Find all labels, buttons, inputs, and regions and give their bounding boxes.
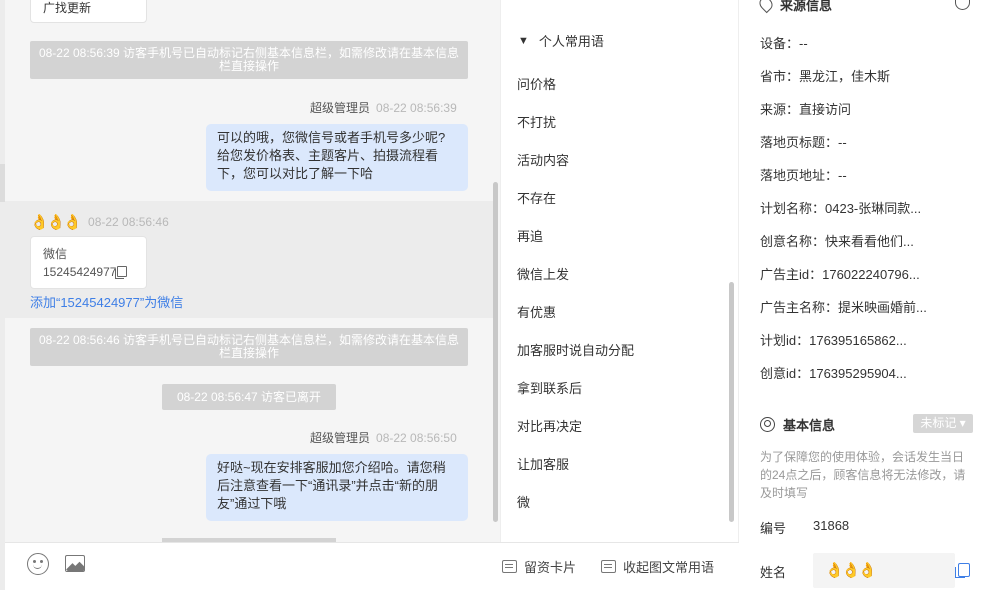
sender-name: 超级管理员: [310, 431, 371, 445]
phrase-item[interactable]: 对比再决定: [517, 416, 582, 435]
message-time: 08-22 08:56:46: [88, 215, 169, 229]
phrase-item[interactable]: 加客服时说自动分配: [517, 340, 634, 359]
user-icon: [760, 417, 775, 432]
caret-down-icon: ▼: [518, 34, 529, 47]
phrase-item[interactable]: 再追: [517, 226, 543, 245]
id-label: 编号: [760, 521, 787, 536]
phrase-item[interactable]: 拿到联系后: [517, 378, 582, 397]
phrase-item[interactable]: 不打扰: [517, 112, 556, 131]
source-row-creative-name: 创意名称：快来看看他们...: [760, 234, 914, 249]
source-row-creative-id: 创意id：176395295904...: [760, 366, 907, 381]
source-row-region: 省市：黑龙江，佳木斯: [760, 69, 891, 84]
agent-message-bubble: 可以的哦，您微信号或者手机号多少呢?给您发价格表、主题客片、拍摄流程看下，您可以…: [206, 124, 468, 191]
collapse-phrases-button[interactable]: 收起图文常用语: [601, 557, 714, 576]
wechat-card[interactable]: 微信 15245424977: [30, 236, 147, 289]
add-wechat-link[interactable]: 添加“15245424977”为微信: [30, 292, 183, 311]
wechat-card-title: 微信: [43, 247, 68, 261]
phrases-group-title: 个人常用语: [538, 34, 604, 49]
phrase-item[interactable]: 问价格: [517, 74, 556, 93]
sender-name: 超级管理员: [310, 101, 371, 115]
system-notice-visitor-left: 08-22 08:56:47 访客已离开: [162, 384, 336, 410]
name-value: 👌👌👌: [825, 562, 877, 579]
source-row-plan-id: 计划id：176395165862...: [760, 333, 907, 348]
mark-status-dropdown[interactable]: 未标记 ▾: [913, 414, 973, 433]
card-icon: [601, 560, 616, 573]
previous-message-bubble: 广找更新: [30, 0, 147, 23]
wechat-card-number-row: 15245424977: [43, 263, 134, 281]
card-icon: [502, 560, 517, 573]
message-time: 08-22 08:56:50: [376, 431, 457, 445]
phrase-item[interactable]: 让加客服: [517, 454, 569, 473]
source-row-plan-name: 计划名称：0423-张琳同款...: [760, 201, 922, 216]
source-row-advertiser-name: 广告主名称：提米映画婚前...: [760, 300, 927, 315]
message-time: 08-22 08:56:39: [376, 101, 457, 115]
common-phrases-panel: ▼ 个人常用语 问价格 不打扰 活动内容 不存在 再追 微信上发 有优惠 加客服…: [500, 0, 739, 590]
phrases-scrollbar[interactable]: [729, 282, 734, 522]
phrase-item[interactable]: 不存在: [517, 188, 556, 207]
input-toolbar: 留资卡片 收起图文常用语: [5, 542, 739, 590]
system-notice-phone-marked: 08-22 08:56:46 访客手机号已自动标记右侧基本信息栏，如需修改请在基…: [30, 328, 468, 366]
visitor-emoji: 👌👌👌: [30, 214, 82, 231]
image-icon[interactable]: [65, 555, 85, 572]
emoji-icon[interactable]: [27, 553, 49, 575]
collapse-phrases-label: 收起图文常用语: [623, 560, 715, 575]
source-row-advertiser-id: 广告主id：176022240796...: [760, 267, 920, 282]
source-info-header: 来源信息: [756, 0, 833, 14]
phrases-group-header[interactable]: ▼ 个人常用语: [518, 31, 604, 50]
message-meta: 超级管理员 08-22 08:56:39: [310, 99, 457, 116]
name-label: 姓名: [760, 565, 787, 580]
location-pin-icon: [756, 0, 776, 13]
leave-card-button[interactable]: 留资卡片: [502, 557, 576, 576]
copy-icon[interactable]: [115, 266, 128, 279]
leave-card-label: 留资卡片: [524, 560, 577, 575]
visitor-message-meta: 👌👌👌 08-22 08:56:46: [30, 213, 169, 231]
source-row-origin: 来源：直接访问: [760, 102, 852, 117]
edit-deadline-hint: 为了保障您的使用体验，会话发生当日的24点之后，顾客信息将无法修改，请及时填写: [760, 450, 966, 500]
phrase-item[interactable]: 活动内容: [517, 150, 569, 169]
phrase-item[interactable]: 有优惠: [517, 302, 556, 321]
id-value: 31868: [813, 518, 850, 533]
chat-scrollbar[interactable]: [493, 182, 498, 522]
phrase-item[interactable]: 微: [517, 492, 530, 511]
source-row-device: 设备：--: [760, 36, 808, 51]
system-notice-phone-marked: 08-22 08:56:39 访客手机号已自动标记右侧基本信息栏，如需修改请在基…: [30, 41, 468, 79]
chat-panel: 广找更新 08-22 08:56:39 访客手机号已自动标记右侧基本信息栏，如需…: [0, 0, 500, 590]
basic-info-title: 基本信息: [783, 418, 836, 433]
copy-icon[interactable]: [955, 563, 970, 578]
wechat-number: 15245424977: [43, 265, 117, 279]
phrase-item[interactable]: 微信上发: [517, 264, 569, 283]
message-meta: 超级管理员 08-22 08:56:50: [310, 429, 457, 446]
agent-message-bubble: 好哒~现在安排客服加您介绍哈。请您稍后注意查看一下“通讯录”并点击“新的朋友”通…: [206, 454, 468, 521]
shield-icon[interactable]: [955, 0, 970, 10]
customer-info-panel: 来源信息 设备：-- 省市：黑龙江，佳木斯 来源：直接访问 落地页标题：-- 落…: [740, 0, 987, 590]
edge-notch: [0, 164, 5, 202]
basic-info-header: 基本信息: [760, 415, 835, 434]
source-info-title: 来源信息: [780, 0, 833, 13]
name-field[interactable]: 👌👌👌: [813, 553, 955, 588]
source-row-landing-title: 落地页标题：--: [760, 135, 847, 150]
source-row-landing-url: 落地页地址：--: [760, 168, 847, 183]
